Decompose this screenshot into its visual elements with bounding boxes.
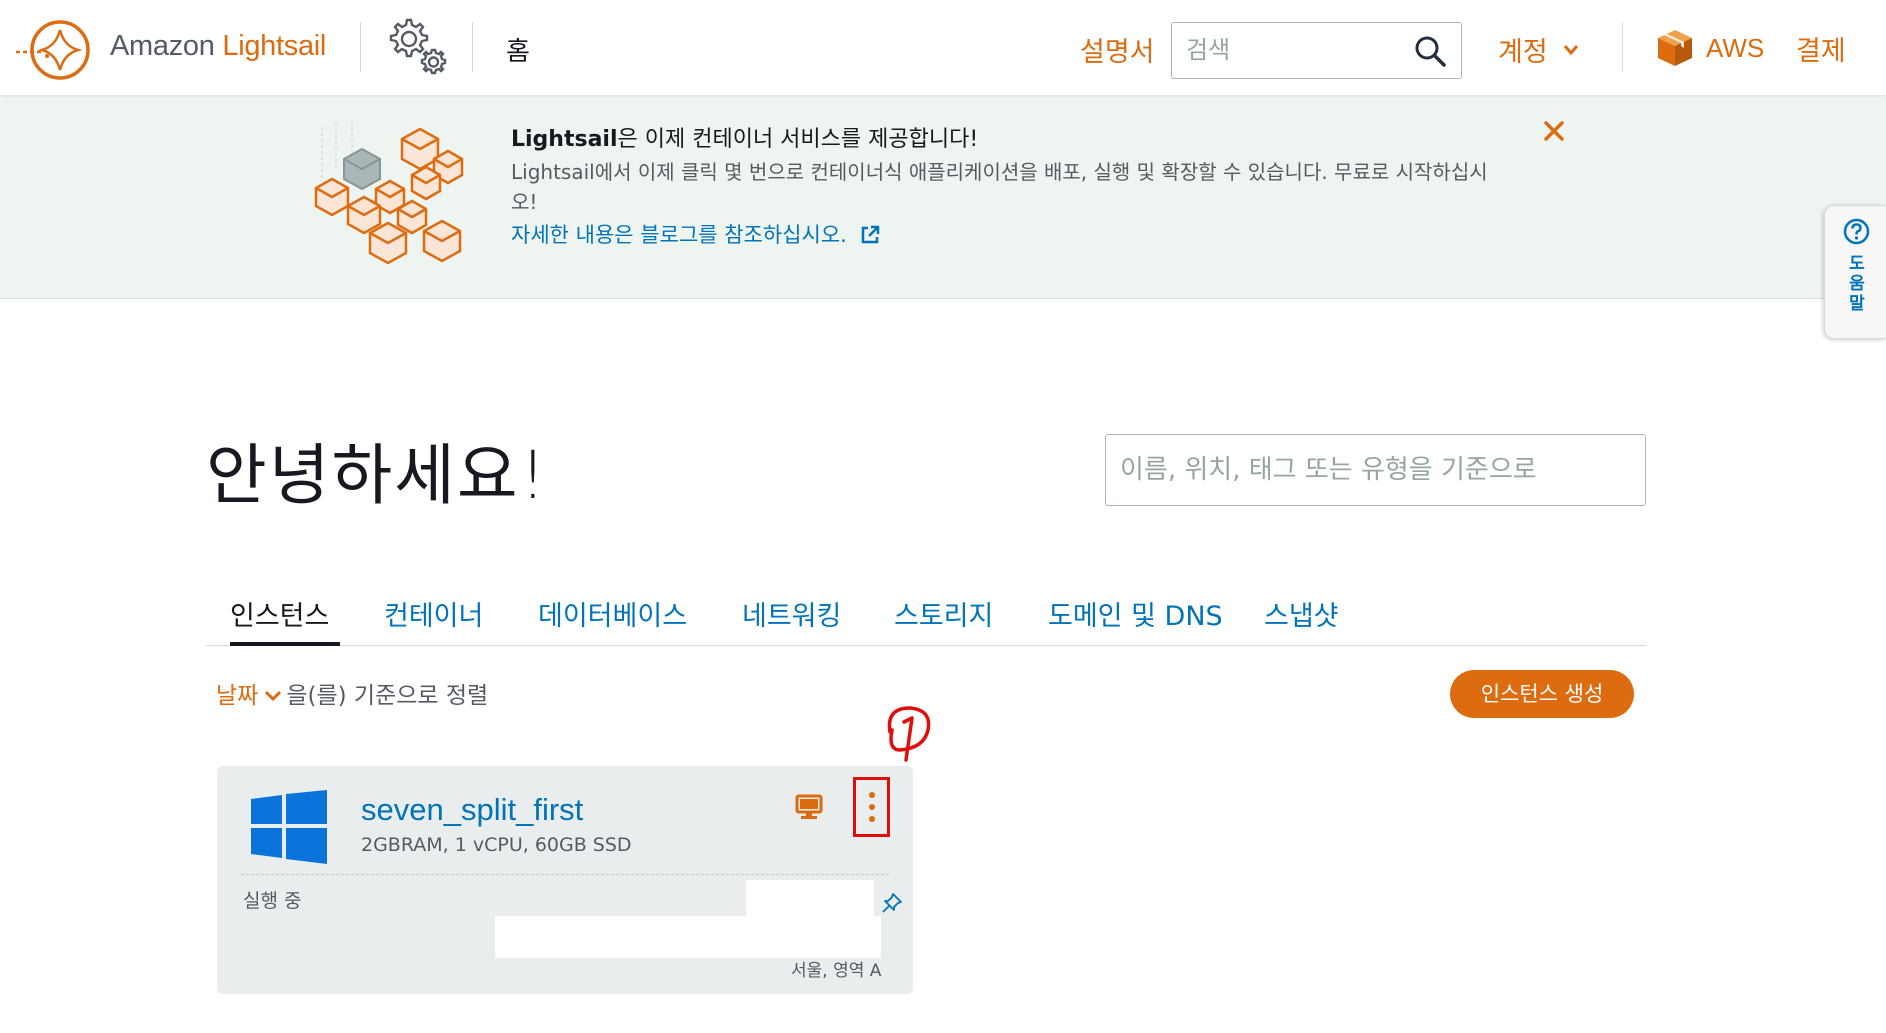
announcement-title: Lightsail은 이제 컨테이너 서비스를 제공합니다!	[511, 121, 978, 153]
close-icon[interactable]	[1540, 117, 1568, 145]
instance-region: 서울, 영역 A	[791, 961, 882, 981]
container-cubes-illustration	[314, 121, 464, 265]
kebab-dot	[869, 816, 875, 822]
billing-link[interactable]: 결제	[1796, 29, 1846, 68]
container-service-announcement: Lightsail은 이제 컨테이너 서비스를 제공합니다! Lightsail…	[0, 97, 1886, 299]
announcement-title-text: 은 이제 컨테이너 서비스를 제공합니다!	[617, 127, 979, 152]
redacted-address-area	[495, 916, 881, 958]
page-greeting: 안녕하세요!	[206, 437, 549, 514]
tab-networking[interactable]: 네트워킹	[742, 594, 841, 633]
sort-control: 날짜 을(를) 기준으로 정렬	[216, 676, 488, 710]
brand-name[interactable]: Amazon Lightsail	[110, 30, 326, 63]
instance-spec: 2GBRAM, 1 vCPU, 60GB SSD	[361, 834, 632, 856]
chevron-down-icon[interactable]	[264, 690, 282, 702]
external-link-icon	[861, 225, 879, 244]
tab-storage[interactable]: 스토리지	[894, 594, 993, 633]
nav-divider	[1622, 22, 1623, 72]
nav-divider	[472, 22, 473, 72]
blog-link[interactable]: 자세한 내용은 블로그를 참조하십시오.	[511, 219, 880, 249]
windows-logo-icon	[251, 790, 327, 864]
help-question-icon	[1843, 218, 1870, 245]
instance-name-link[interactable]: seven_split_first	[361, 792, 583, 828]
active-tab-indicator	[230, 642, 340, 646]
search-icon[interactable]	[1413, 34, 1447, 68]
annotation-number-one-mark	[887, 706, 931, 762]
tab-databases[interactable]: 데이터베이스	[538, 594, 687, 633]
tab-instances[interactable]: 인스턴스	[230, 594, 329, 633]
brand-lightsail: Lightsail	[222, 30, 327, 62]
create-instance-button[interactable]: 인스턴스 생성	[1450, 670, 1634, 718]
chevron-down-icon[interactable]	[1563, 44, 1579, 56]
global-search-input[interactable]	[1172, 23, 1392, 77]
resource-filter-input[interactable]	[1106, 435, 1645, 505]
pin-icon[interactable]	[881, 892, 903, 914]
aws-console-link[interactable]: AWS	[1706, 33, 1764, 64]
global-search	[1171, 22, 1462, 79]
blog-link-label: 자세한 내용은 블로그를 참조하십시오.	[511, 223, 847, 247]
documentation-link[interactable]: 설명서	[1080, 30, 1155, 69]
brand-prefix: Amazon	[110, 30, 215, 62]
announcement-body: Lightsail에서 이제 클릭 몇 번으로 컨테이너식 애플리케이션을 배포…	[511, 160, 1488, 214]
tab-containers[interactable]: 컨테이너	[384, 594, 483, 633]
sort-key-dropdown[interactable]: 날짜	[216, 683, 258, 709]
instance-actions-menu-button[interactable]	[853, 777, 890, 837]
redacted-ip-area	[746, 880, 874, 918]
announcement-title-brand: Lightsail	[511, 127, 618, 152]
aws-cube-icon[interactable]	[1656, 28, 1694, 68]
help-label: 도움말	[1849, 254, 1865, 314]
remote-desktop-connect-icon[interactable]	[795, 794, 823, 820]
nav-divider	[360, 22, 361, 72]
tab-snapshots[interactable]: 스냅샷	[1264, 594, 1339, 633]
kebab-dot	[869, 804, 875, 810]
home-link[interactable]: 홈	[506, 31, 530, 68]
settings-gear-icon[interactable]	[380, 12, 454, 82]
top-navigation-bar: Amazon Lightsail 홈 설명서 계정 AWS 결제	[0, 0, 1886, 96]
card-divider	[241, 874, 889, 875]
instance-status: 실행 중	[243, 890, 302, 912]
instance-card: seven_split_first 2GBRAM, 1 vCPU, 60GB S…	[217, 766, 913, 994]
kebab-dot	[869, 792, 875, 798]
help-drawer-tab[interactable]: 도움말	[1824, 205, 1886, 339]
resource-tabs: 인스턴스 컨테이너 데이터베이스 네트워킹 스토리지 도메인 및 DNS 스냅샷	[206, 590, 1646, 646]
sort-suffix: 을(를) 기준으로 정렬	[286, 683, 489, 709]
resource-filter	[1105, 434, 1646, 506]
lightsail-logo-icon[interactable]	[14, 16, 94, 84]
account-menu[interactable]: 계정	[1498, 30, 1548, 69]
tab-domains-dns[interactable]: 도메인 및 DNS	[1048, 594, 1223, 633]
